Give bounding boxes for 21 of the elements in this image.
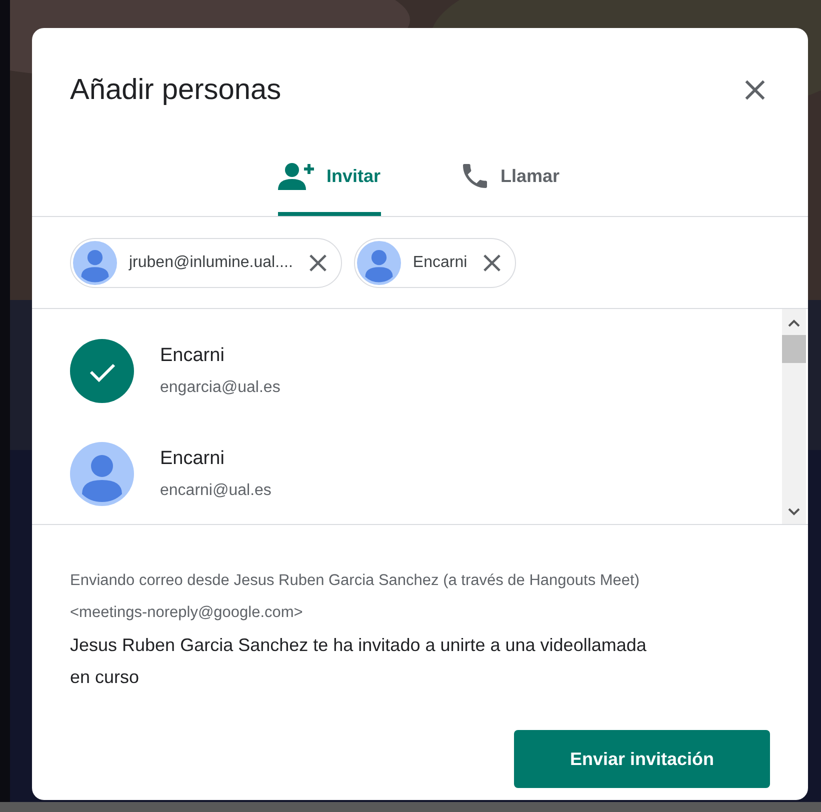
contact-row[interactable]: Encarni engarcia@ual.es [32, 325, 782, 428]
tab[interactable]: Llamar [458, 148, 560, 216]
tab[interactable]: Invitar [278, 148, 380, 216]
person-add-icon [278, 162, 316, 190]
contact-email: encarni@ual.es [160, 482, 272, 500]
chip-label: Encarni [412, 254, 468, 272]
contact-name: Encarni [160, 448, 226, 470]
contact-email: engarcia@ual.es [160, 378, 280, 396]
chip-label: jruben@inlumine.ual.... [129, 254, 293, 272]
scrollbar-thumb[interactable] [782, 335, 806, 363]
scrollbar[interactable] [782, 309, 806, 524]
sender-note: Enviando correo desde Jesus Ruben Garcia Sanchez (a través de Hangouts Meet) <meetings-noreply@google.com> [70, 571, 641, 623]
contact-name: Encarni [160, 344, 226, 366]
invitation-message: Jesus Ruben Garcia Sanchez te ha invitado a unirte a una videollamada en curso [70, 634, 648, 689]
contact-row[interactable]: Encarni encarni@ual.es [32, 428, 782, 531]
avatar-icon [73, 241, 117, 285]
avatar-icon [356, 241, 401, 285]
dialog-title: Añadir personas [70, 74, 282, 106]
avatar-icon [70, 442, 134, 506]
send-button[interactable]: Enviar invitación [514, 730, 770, 788]
check-icon [70, 338, 134, 402]
